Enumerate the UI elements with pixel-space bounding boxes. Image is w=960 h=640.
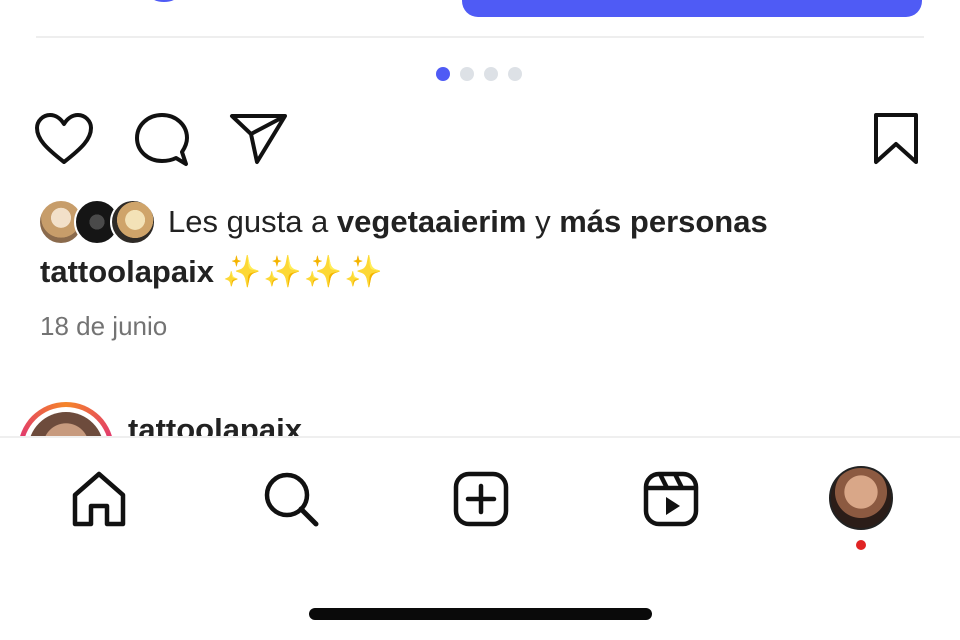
carousel-dots xyxy=(436,67,522,81)
avatar xyxy=(110,199,156,245)
top-cutoff-indicator xyxy=(150,0,178,2)
comment-bubble-icon xyxy=(135,113,189,166)
likes-connector: y xyxy=(535,204,551,239)
paper-plane-icon xyxy=(230,114,287,164)
liker-avatars xyxy=(38,199,156,245)
post-date: 18 de junio xyxy=(40,311,168,341)
likes-text: Les gusta a vegetaaierim y más personas xyxy=(168,198,768,246)
search-icon xyxy=(264,472,319,527)
reels-icon xyxy=(643,471,699,527)
bottom-navigation xyxy=(0,436,960,640)
comment-button[interactable] xyxy=(134,112,190,168)
likes-prefix: Les gusta a xyxy=(168,204,329,239)
instagram-post-screen: Les gusta a vegetaaierim y más personas … xyxy=(0,0,960,640)
carousel-dot-active[interactable] xyxy=(436,67,450,81)
notification-dot xyxy=(856,540,866,550)
heart-icon xyxy=(35,113,93,164)
nav-profile-avatar[interactable] xyxy=(829,466,893,530)
nav-create[interactable] xyxy=(452,470,510,533)
share-button[interactable] xyxy=(229,112,289,166)
carousel-dot[interactable] xyxy=(484,67,498,81)
liker-username[interactable]: vegetaaierim xyxy=(337,204,527,239)
top-action-button[interactable] xyxy=(462,0,922,17)
carousel-dot[interactable] xyxy=(460,67,474,81)
likes-others-link[interactable]: más personas xyxy=(559,204,768,239)
home-indicator[interactable] xyxy=(309,608,652,620)
like-button[interactable] xyxy=(34,112,94,168)
home-icon xyxy=(72,471,126,527)
post-caption: tattoolapaix ✨✨✨✨ xyxy=(40,248,385,296)
nav-reels[interactable] xyxy=(642,470,700,533)
nav-search[interactable] xyxy=(262,470,320,533)
carousel-dot[interactable] xyxy=(508,67,522,81)
nav-home[interactable] xyxy=(70,470,128,533)
caption-username[interactable]: tattoolapaix xyxy=(40,254,214,289)
caption-text: ✨✨✨✨ xyxy=(222,254,385,289)
bookmark-icon xyxy=(874,113,918,164)
divider xyxy=(36,36,924,38)
likes-summary[interactable]: Les gusta a vegetaaierim y más personas xyxy=(38,198,768,246)
create-icon xyxy=(453,471,509,527)
save-button[interactable] xyxy=(872,112,920,166)
